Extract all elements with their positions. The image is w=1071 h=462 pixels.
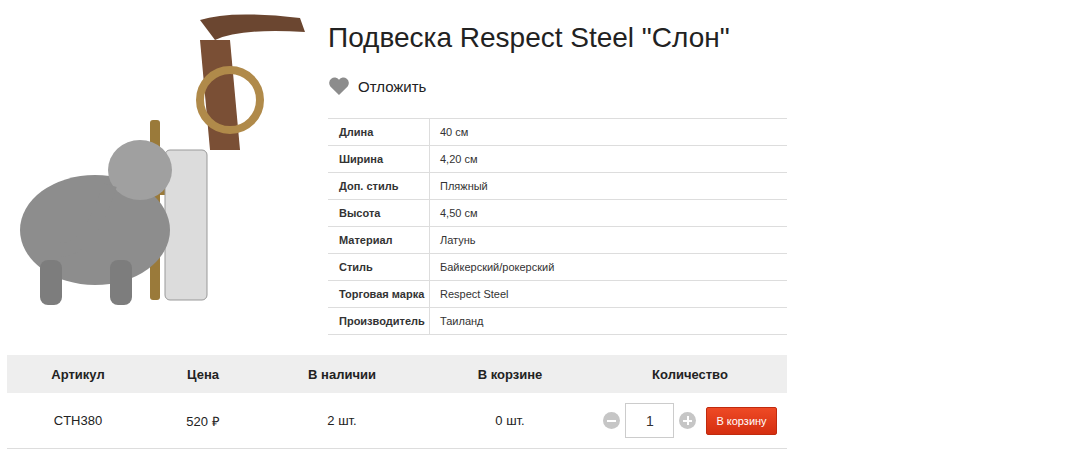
spec-row: Длина 40 см — [328, 119, 787, 146]
spec-label: Доп. стиль — [328, 173, 430, 199]
column-header: В корзине — [427, 355, 593, 393]
wishlist-button[interactable]: Отложить — [328, 76, 787, 96]
offer-cell: 520 ₽ — [149, 393, 257, 448]
spec-label: Материал — [328, 227, 430, 253]
spec-label: Ширина — [328, 146, 430, 172]
minus-icon[interactable] — [603, 412, 620, 429]
spec-label: Длина — [328, 119, 430, 145]
column-header: Цена — [149, 355, 257, 393]
offer-table: АртикулЦенаВ наличииВ корзинеКоличество … — [7, 355, 787, 449]
offer-cell: 0 шт. — [427, 393, 593, 448]
spec-label: Торговая марка — [328, 281, 430, 307]
product-title: Подвеска Respect Steel "Слон" — [328, 20, 787, 56]
quantity-input[interactable] — [625, 403, 674, 438]
column-header: Артикул — [7, 355, 149, 393]
spec-value: Байкерский/рокерский — [430, 254, 554, 280]
product-info: Подвеска Respect Steel "Слон" Отложить Д… — [310, 0, 787, 340]
spec-value: Таиланд — [430, 308, 484, 334]
offer-header: АртикулЦенаВ наличииВ корзинеКоличество — [7, 355, 787, 393]
plus-icon[interactable] — [679, 412, 696, 429]
product-top: Подвеска Respect Steel "Слон" Отложить Д… — [0, 0, 1071, 340]
offer-cell: 2 шт. — [257, 393, 427, 448]
spec-label: Высота — [328, 200, 430, 226]
spec-label: Производитель — [328, 308, 430, 334]
add-to-cart-button[interactable]: В корзину — [706, 407, 776, 435]
specs-table: Длина 40 смШирина 4,20 смДоп. стиль Пляж… — [328, 118, 787, 335]
spec-label: Стиль — [328, 254, 430, 280]
spec-row: Производитель Таиланд — [328, 308, 787, 335]
offer-row: CTH380520 ₽2 шт.0 шт. В корзину — [7, 393, 787, 449]
spec-value: Пляжный — [430, 173, 488, 199]
spec-row: Высота 4,50 см — [328, 200, 787, 227]
column-header: Количество — [593, 355, 787, 393]
spec-row: Доп. стиль Пляжный — [328, 173, 787, 200]
offer-cell: CTH380 — [7, 393, 149, 448]
heart-icon — [328, 76, 350, 96]
pendant-icon — [0, 0, 310, 340]
product-image — [0, 0, 310, 340]
column-header: В наличии — [257, 355, 427, 393]
spec-row: Ширина 4,20 см — [328, 146, 787, 173]
product-page: Подвеска Respect Steel "Слон" Отложить Д… — [0, 0, 1071, 462]
spec-value: 40 см — [430, 119, 468, 145]
spec-value: 4,50 см — [430, 200, 478, 226]
spec-row: Материал Латунь — [328, 227, 787, 254]
spec-row: Торговая марка Respect Steel — [328, 281, 787, 308]
spec-row: Стиль Байкерский/рокерский — [328, 254, 787, 281]
spec-value: 4,20 см — [430, 146, 478, 172]
quantity-cell: В корзину — [593, 393, 787, 448]
spec-value: Respect Steel — [430, 281, 508, 307]
spec-value: Латунь — [430, 227, 476, 253]
